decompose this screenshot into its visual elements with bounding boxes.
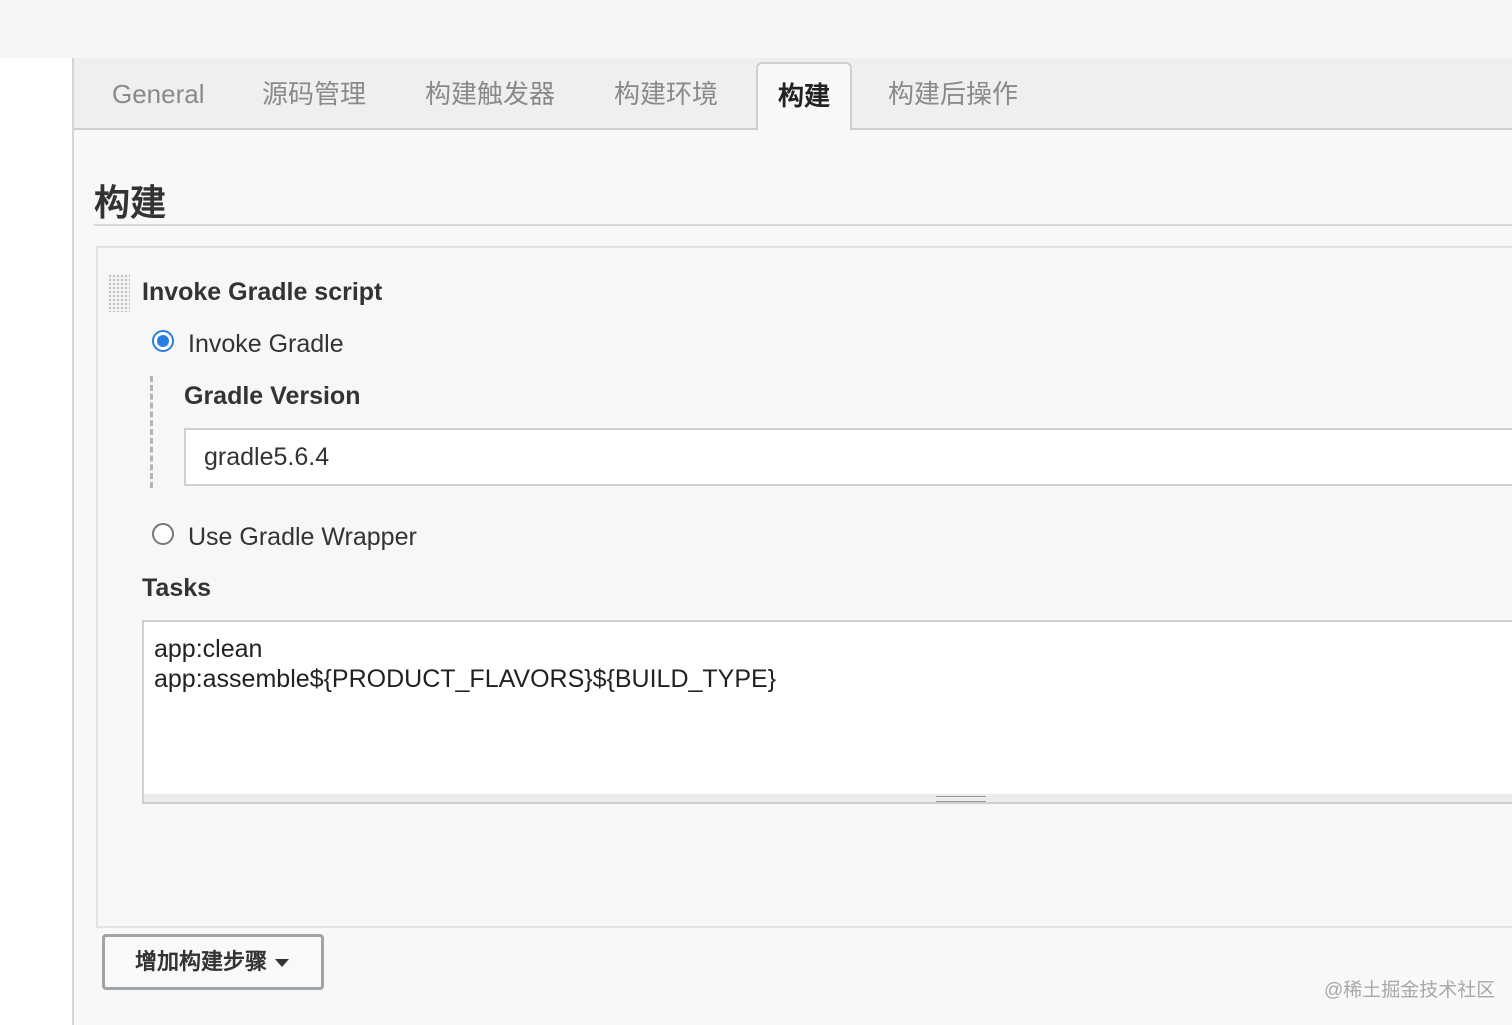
gradle-version-label: Gradle Version	[184, 382, 361, 410]
tasks-line: app:clean	[154, 635, 263, 663]
config-panel: General 源码管理 构建触发器 构建环境 构建 构建后操作 构建 Invo…	[72, 58, 1512, 1025]
tab-bar: General 源码管理 构建触发器 构建环境 构建 构建后操作	[74, 58, 1512, 130]
section-title: 构建	[94, 182, 167, 223]
tasks-textarea[interactable]: app:clean app:assemble${PRODUCT_FLAVORS}…	[142, 620, 1512, 796]
tab-post-build-actions[interactable]: 构建后操作	[888, 58, 1018, 130]
tab-source-management[interactable]: 源码管理	[262, 58, 366, 130]
invoke-gradle-radio[interactable]	[152, 330, 174, 352]
tasks-label: Tasks	[142, 574, 212, 602]
tab-build[interactable]: 构建	[756, 62, 853, 130]
invoke-gradle-label[interactable]: Invoke Gradle	[188, 330, 344, 359]
add-build-step-label: 增加构建步骤	[135, 949, 268, 974]
nested-indent-line	[150, 376, 153, 488]
watermark: @稀土掘金技术社区	[1324, 980, 1496, 1001]
tab-general[interactable]: General	[112, 58, 205, 130]
use-gradle-wrapper-radio[interactable]	[152, 523, 174, 545]
left-margin	[0, 58, 72, 1025]
caret-down-icon	[275, 959, 289, 967]
use-gradle-wrapper-label[interactable]: Use Gradle Wrapper	[188, 523, 417, 552]
build-step-invoke-gradle: Invoke Gradle script Invoke Gradle Gradl…	[96, 246, 1512, 928]
drag-handle-icon[interactable]	[108, 274, 130, 312]
tab-build-environment[interactable]: 构建环境	[614, 58, 718, 130]
section-divider	[94, 224, 1512, 226]
add-build-step-button[interactable]: 增加构建步骤	[102, 934, 324, 990]
textarea-resize-handle[interactable]	[142, 794, 1512, 804]
resize-grip-icon	[936, 796, 986, 802]
tasks-line: app:assemble${PRODUCT_FLAVORS}${BUILD_TY…	[154, 665, 777, 693]
top-strip	[0, 0, 1512, 58]
build-step-title: Invoke Gradle script	[142, 278, 383, 306]
gradle-version-field[interactable]: gradle5.6.4	[184, 428, 1512, 486]
tab-build-triggers[interactable]: 构建触发器	[425, 58, 555, 130]
